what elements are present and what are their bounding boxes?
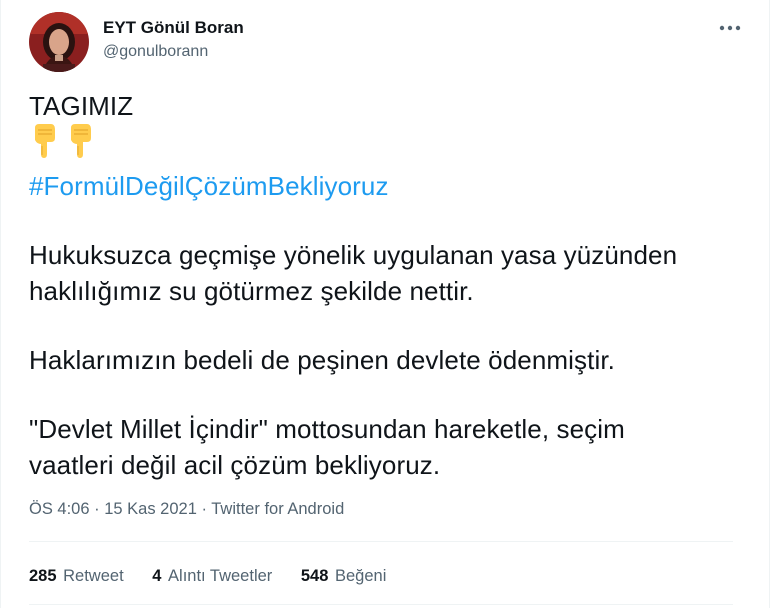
tweet-stats: 285 Retweet 4 Alıntı Tweetler 548 Beğeni xyxy=(29,565,410,587)
tweet-text: TAGIMIZ #FormülDeğilÇözümBekliyoruz Huku… xyxy=(29,88,739,483)
tweet-time-link[interactable]: ÖS 4:06 xyxy=(29,500,90,518)
author-display-name[interactable]: EYT Gönül Boran xyxy=(103,18,244,38)
tweet-line: "Devlet Millet İçindir" mottosundan hare… xyxy=(29,414,625,444)
meta-separator: · xyxy=(196,500,212,518)
more-options-button[interactable] xyxy=(717,18,743,38)
tweet-source-link[interactable]: Twitter for Android xyxy=(211,500,344,518)
pointing-down-emoji-icon xyxy=(65,124,95,160)
tweet-header: EYT Gönül Boran @gonulborann xyxy=(29,12,745,72)
author-block: EYT Gönül Boran @gonulborann xyxy=(103,18,244,63)
retweets-stat[interactable]: 285 Retweet xyxy=(29,565,124,587)
tweet-line: Hukuksuzca geçmişe yönelik uygulanan yas… xyxy=(29,240,678,270)
avatar-photo-icon xyxy=(29,12,89,72)
likes-count: 548 xyxy=(300,567,329,585)
quote-tweets-stat[interactable]: 4 Alıntı Tweetler xyxy=(152,565,272,587)
avatar[interactable] xyxy=(29,12,89,72)
hashtag-link[interactable]: #FormülDeğilÇözümBekliyoruz xyxy=(29,171,389,201)
tweet-line: TAGIMIZ xyxy=(29,91,134,121)
retweets-count: 285 xyxy=(29,567,57,585)
pointing-down-emoji-icon xyxy=(29,124,59,160)
divider xyxy=(29,604,733,605)
tweet-date-link[interactable]: 15 Kas 2021 xyxy=(104,500,197,518)
tweet-line: haklılığımız su götürmez şekilde nettir. xyxy=(29,276,474,306)
tweet-line: vaatleri değil acil çözüm bekliyoruz. xyxy=(29,450,441,480)
author-handle[interactable]: @gonulborann xyxy=(103,41,244,63)
emoji-row xyxy=(29,124,739,168)
retweets-label: Retweet xyxy=(63,567,124,585)
meta-separator: · xyxy=(89,500,105,518)
more-horizontal-icon xyxy=(719,25,741,31)
quote-tweets-label: Alıntı Tweetler xyxy=(168,567,273,585)
likes-label: Beğeni xyxy=(335,567,387,585)
tweet-card: EYT Gönül Boran @gonulborann TAGIMIZ #Fo… xyxy=(0,0,770,608)
tweet-metadata: ÖS 4:06 · 15 Kas 2021 · Twitter for Andr… xyxy=(29,498,344,520)
divider xyxy=(29,541,733,542)
likes-stat[interactable]: 548 Beğeni xyxy=(301,565,387,587)
tweet-line: Haklarımızın bedeli de peşinen devlete ö… xyxy=(29,345,615,375)
hashtag-line: #FormülDeğilÇözümBekliyoruz xyxy=(29,168,739,204)
quote-tweets-count: 4 xyxy=(152,567,162,585)
